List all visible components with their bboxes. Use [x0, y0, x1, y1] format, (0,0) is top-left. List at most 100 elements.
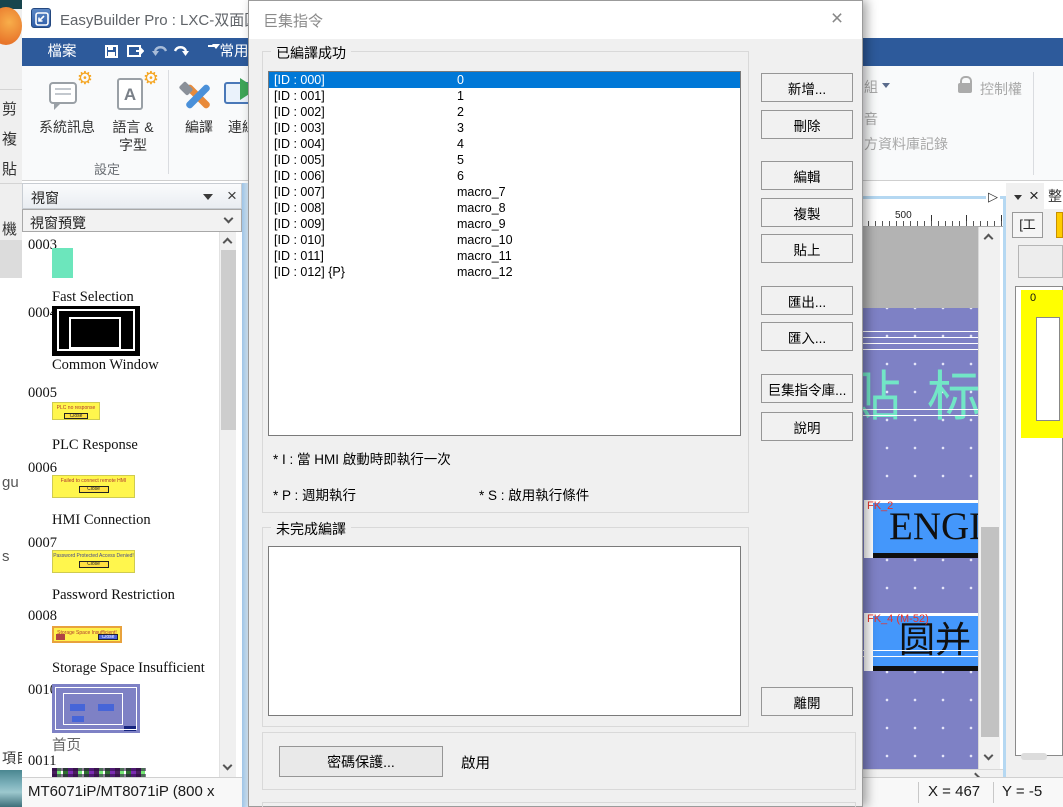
macro-list[interactable]: [ID : 000]0[ID : 001]1[ID : 002]2[ID : 0…: [268, 71, 741, 436]
macro-row[interactable]: [ID : 010]macro_10: [269, 232, 740, 248]
play-icon[interactable]: ▷: [986, 190, 1000, 205]
ribbon-system-message-button[interactable]: ⚙ 系統訊息: [36, 72, 98, 172]
scroll-down-icon[interactable]: [984, 751, 994, 761]
redo-icon[interactable]: [173, 45, 189, 63]
object-panel-tab[interactable]: [工: [1012, 212, 1043, 238]
macro-row[interactable]: [ID : 006]6: [269, 168, 740, 184]
panel-close-icon[interactable]: ×: [1024, 184, 1044, 208]
tab-file[interactable]: 檔案: [32, 38, 92, 66]
window-thumbnail: [52, 768, 146, 778]
ruler-label: 500: [894, 210, 913, 221]
import-button[interactable]: 匯入...: [761, 322, 853, 351]
background-area: [0, 278, 22, 770]
download-project-icon[interactable]: [127, 44, 144, 64]
window-preview-item[interactable]: 0007Password Protected Access Denied!Clo…: [28, 535, 218, 609]
canvas-line: [861, 409, 978, 410]
exit-button[interactable]: 離開: [761, 687, 853, 716]
panel-close-icon[interactable]: ×: [222, 185, 242, 207]
ribbon-button-label2: 字型: [119, 137, 147, 153]
canvas-text-object[interactable]: 贴标: [861, 352, 978, 431]
ribbon-group-fragment: 組: [864, 77, 878, 97]
paste-button[interactable]: 貼上: [761, 234, 853, 263]
window-caption: Common Window: [52, 357, 159, 374]
clipped-text-s: s: [2, 548, 10, 565]
macro-row[interactable]: [ID : 000]0: [269, 72, 740, 88]
window-thumbnail: [52, 306, 140, 356]
undo-icon[interactable]: [152, 45, 168, 63]
thumbnail-close-button: Close: [79, 561, 109, 568]
macro-name: macro_11: [457, 248, 512, 264]
object-tag: FK_4 (M-52): [867, 613, 929, 625]
window-preview-item[interactable]: 0006Failed to connect remote HMICloseHMI…: [28, 460, 218, 534]
macro-row[interactable]: [ID : 003]3: [269, 120, 740, 136]
new-button[interactable]: 新增...: [761, 73, 853, 102]
screen: 剪 複 貼 機 gu s 項目 EasyBuilder Pro : LXC-双面…: [0, 0, 1063, 807]
window-caption: PLC Response: [52, 437, 138, 454]
macro-row[interactable]: [ID : 009]macro_9: [269, 216, 740, 232]
help-button[interactable]: 說明: [761, 412, 853, 441]
panel-menu-icon[interactable]: [1014, 195, 1022, 200]
easybuilder-app-icon: [31, 8, 51, 28]
canvas-vertical-scrollbar[interactable]: [978, 227, 1000, 769]
macro-id: [ID : 001]: [274, 89, 325, 103]
macro-row[interactable]: [ID : 008]macro_8: [269, 200, 740, 216]
canvas[interactable]: 贴标 FK_2 ENGL FK_4 (M-52) 圆并: [861, 308, 978, 769]
canvas-editor-window: ▷ 500 贴标 FK_2 ENGL FK_4 (M-52) 圆并: [858, 196, 1006, 788]
status-y-coordinate: Y = -5: [1002, 783, 1042, 800]
macro-library-button[interactable]: 巨集指令庫...: [761, 374, 853, 403]
ribbon-group-settings: 設定: [52, 159, 162, 178]
dialog-close-icon[interactable]: ×: [822, 5, 852, 33]
macro-id: [ID : 003]: [274, 121, 325, 135]
macro-row[interactable]: [ID : 011]macro_11: [269, 248, 740, 264]
window-caption: HMI Connection: [52, 512, 151, 529]
canvas-line: [861, 349, 978, 350]
save-icon[interactable]: [105, 45, 118, 58]
window-caption: Fast Selection: [52, 289, 134, 306]
pending-macro-list[interactable]: [268, 546, 741, 716]
macro-row[interactable]: [ID : 001]1: [269, 88, 740, 104]
delete-button[interactable]: 刪除: [761, 110, 853, 139]
window-preview-item[interactable]: 0005PLC no responseClosePLC Response: [28, 385, 218, 459]
window-preview-dropdown[interactable]: 視窗預覽: [22, 209, 242, 232]
window-preview-item[interactable]: 0010首页: [28, 682, 218, 756]
macro-row[interactable]: [ID : 007]macro_7: [269, 184, 740, 200]
window-preview-item[interactable]: 0008Storage Space Insufficient!CloseStor…: [28, 608, 218, 682]
ribbon-language-font-button[interactable]: A ⚙ 語言 & 字型: [102, 72, 164, 172]
function-key-object[interactable]: FK_2 ENGL: [864, 500, 978, 558]
edit-button[interactable]: 編輯: [761, 161, 853, 190]
macro-row[interactable]: [ID : 005]5: [269, 152, 740, 168]
panel-menu-icon[interactable]: [203, 194, 213, 200]
window-preview-item[interactable]: 0011: [28, 753, 218, 777]
ribbon-db-record-fragment: 方資料庫記錄: [864, 134, 948, 154]
macro-row[interactable]: [ID : 002]2: [269, 104, 740, 120]
macro-id: [ID : 007]: [274, 185, 325, 199]
scroll-up-icon[interactable]: [984, 234, 994, 244]
macro-row[interactable]: [ID : 012] {P}macro_12: [269, 264, 740, 280]
export-button[interactable]: 匯出...: [761, 286, 853, 315]
macro-id: [ID : 009]: [274, 217, 325, 231]
password-protect-button[interactable]: 密碼保護...: [279, 746, 443, 777]
copy-button[interactable]: 複製: [761, 198, 853, 227]
sidebar-scrollbar[interactable]: [219, 232, 236, 777]
function-key-object[interactable]: FK_4 (M-52) 圆并: [864, 613, 978, 671]
window-tree-panel: 視窗 × 視窗預覽 0003Fast Selection0004Common W…: [22, 183, 242, 777]
object-panel-field[interactable]: [1018, 245, 1063, 278]
scrollbar-thumb[interactable]: [221, 250, 236, 430]
background-window-strip: 剪 複 貼 機 gu s 項目: [0, 0, 22, 807]
dialog-title: 巨集指令: [263, 10, 323, 31]
pending-group-label: 未完成編譯: [271, 519, 351, 539]
app-logo-icon: [0, 7, 22, 45]
window-preview-item[interactable]: 0003Fast Selection: [28, 237, 218, 311]
scrollbar-thumb[interactable]: [981, 527, 999, 737]
object-panel-tab-icon[interactable]: [1056, 212, 1063, 238]
scroll-down-icon[interactable]: [223, 761, 233, 771]
window-preview-item[interactable]: 0004Common Window: [28, 305, 218, 379]
scroll-up-icon[interactable]: [223, 238, 233, 248]
canvas-line: [861, 337, 978, 338]
object-preview[interactable]: 0: [1021, 290, 1063, 438]
macro-id: [ID : 005]: [274, 153, 325, 167]
macro-row[interactable]: [ID : 004]4: [269, 136, 740, 152]
scrollbar-thumb[interactable]: [1021, 753, 1047, 760]
thumbnail-close-button: Close: [79, 486, 109, 493]
status-separator: [918, 782, 919, 803]
